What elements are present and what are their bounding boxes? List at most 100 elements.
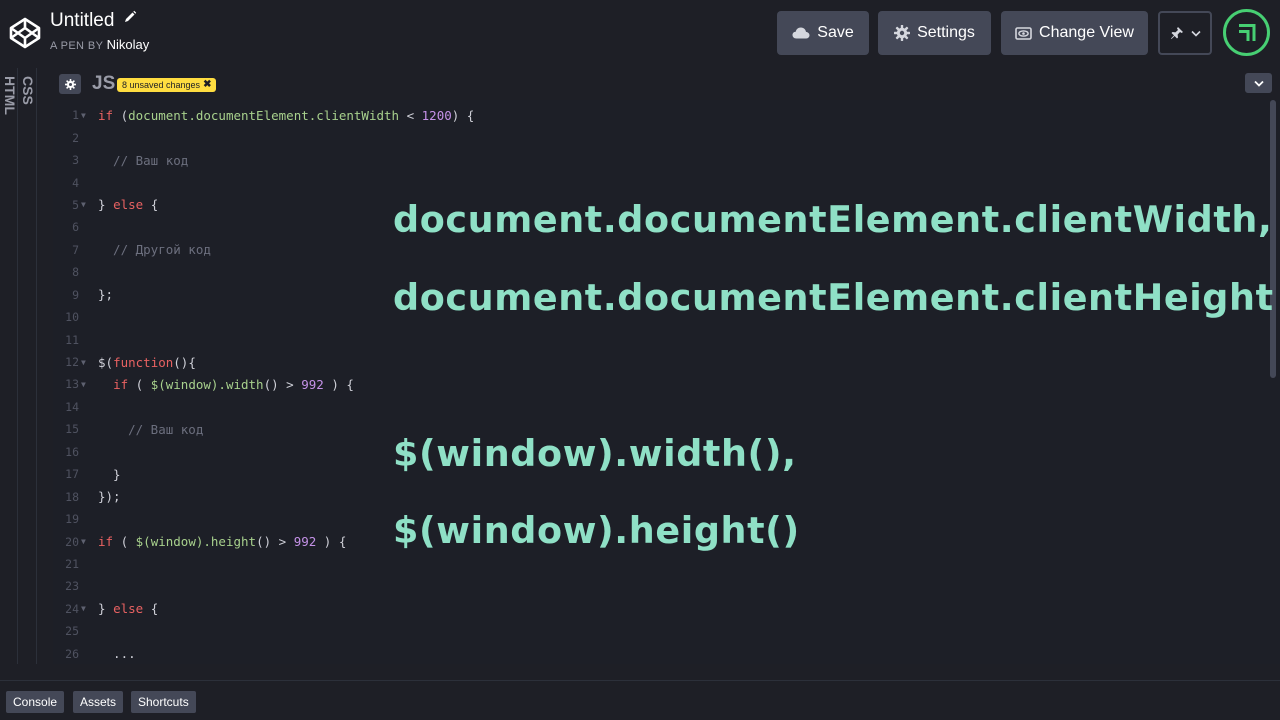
avatar-glyph-icon xyxy=(1239,24,1256,41)
line-number: 9 xyxy=(72,287,79,302)
overlay-caption-2: document.documentElement.clientHeight xyxy=(393,276,1274,319)
shortcuts-button[interactable]: Shortcuts xyxy=(131,691,196,713)
code-line: 4 xyxy=(53,171,1253,193)
gear-icon xyxy=(894,25,911,41)
code-text: } xyxy=(98,466,121,482)
line-number: 16 xyxy=(65,444,79,459)
line-number: 19 xyxy=(65,512,79,527)
fold-arrow-icon[interactable]: ▼ xyxy=(81,358,89,367)
code-line: 21 xyxy=(53,553,1253,575)
line-number: 13 xyxy=(65,377,79,392)
code-text: } else { xyxy=(98,601,159,617)
line-number: 5 xyxy=(72,197,79,212)
code-line: 23 xyxy=(53,575,1253,597)
line-number: 2 xyxy=(72,130,79,145)
code-line: 2 xyxy=(53,126,1253,148)
code-comment: // Другой код xyxy=(98,242,211,258)
code-line: 11 xyxy=(53,328,1253,350)
pen-info: Untitled A PEN BY Nikolay xyxy=(50,10,149,52)
code-line: 1 ▼ if (document.documentElement.clientWid… xyxy=(53,104,1253,126)
code-line: 24 ▼ } else { xyxy=(53,598,1253,620)
css-panel-collapsed[interactable]: CSS xyxy=(18,68,37,664)
gear-icon xyxy=(64,78,76,90)
code-text: if ( $(window).height() > 992 ) { xyxy=(98,534,347,550)
code-comment: // Ваш код xyxy=(98,152,189,168)
fold-arrow-icon[interactable]: ▼ xyxy=(81,111,89,120)
line-number: 3 xyxy=(72,153,79,168)
byline-prefix: A PEN BY xyxy=(50,40,104,52)
line-number: 26 xyxy=(65,646,79,661)
panel-gutter xyxy=(37,68,53,664)
js-settings-button[interactable] xyxy=(59,74,81,94)
codepen-logo-icon[interactable] xyxy=(8,16,42,50)
chevron-down-icon xyxy=(1253,80,1264,87)
pencil-icon[interactable] xyxy=(123,10,137,24)
line-number: 18 xyxy=(65,489,79,504)
js-panel-title: JS xyxy=(92,73,116,94)
line-number: 1 xyxy=(72,108,79,123)
code-line: 3 // Ваш код xyxy=(53,149,1253,171)
code-lines[interactable]: 1 ▼ if (document.documentElement.clientWid… xyxy=(53,104,1253,665)
save-button[interactable]: Save xyxy=(777,11,869,55)
code-text: if ( $(window).width() > 992 ) { xyxy=(113,376,354,392)
code-text: ... xyxy=(98,646,136,662)
user-avatar[interactable] xyxy=(1223,9,1270,56)
line-number: 21 xyxy=(65,556,79,571)
line-number: 7 xyxy=(72,242,79,257)
assets-button[interactable]: Assets xyxy=(73,691,124,713)
byline: A PEN BY Nikolay xyxy=(50,37,149,52)
settings-button[interactable]: Settings xyxy=(878,11,991,55)
line-number: 12 xyxy=(65,355,79,370)
line-number: 24 xyxy=(65,601,79,616)
line-number: 6 xyxy=(72,220,79,235)
overlay-caption-4: $(window).height() xyxy=(393,509,800,552)
code-text: } else { xyxy=(98,197,159,213)
fold-arrow-icon[interactable]: ▼ xyxy=(81,604,89,613)
unsaved-changes-text: 8 unsaved changes xyxy=(122,80,201,90)
console-button[interactable]: Console xyxy=(6,691,65,713)
chevron-down-icon xyxy=(1190,30,1201,37)
editor-menu-button[interactable] xyxy=(1245,73,1272,93)
fold-arrow-icon[interactable]: ▼ xyxy=(81,380,89,389)
line-number: 25 xyxy=(65,624,79,639)
code-line: 18}); xyxy=(53,485,1253,507)
overlay-caption-1: document.documentElement.clientWidth, xyxy=(393,198,1273,241)
css-panel-label: CSS xyxy=(20,76,36,105)
line-number: 17 xyxy=(65,467,79,482)
code-line: 12 ▼ $(function(){ xyxy=(53,351,1253,373)
footer-bar: Console Assets Shortcuts xyxy=(0,680,1280,720)
line-number: 11 xyxy=(65,332,79,347)
save-label: Save xyxy=(817,24,854,41)
settings-label: Settings xyxy=(917,24,975,41)
eye-icon xyxy=(1015,26,1032,40)
html-panel-collapsed[interactable]: HTML xyxy=(0,68,18,664)
close-icon[interactable]: ✖ xyxy=(203,78,211,92)
code-text: if (document.documentElement.clientWidth… xyxy=(98,107,475,123)
author-link[interactable]: Nikolay xyxy=(107,37,150,52)
code-line: 25 xyxy=(53,620,1253,642)
line-number: 23 xyxy=(65,579,79,594)
code-text: }; xyxy=(98,287,114,303)
unsaved-changes-badge[interactable]: 8 unsaved changes ✖ xyxy=(117,78,217,92)
js-editor-header: JS 8 unsaved changes ✖ xyxy=(53,68,1280,100)
html-panel-label: HTML xyxy=(2,76,18,115)
change-view-button[interactable]: Change View xyxy=(1001,11,1148,55)
code-comment: // Ваш код xyxy=(98,421,204,437)
line-number: 14 xyxy=(65,399,79,414)
line-number: 4 xyxy=(72,175,79,190)
code-line: 7 // Другой код xyxy=(53,239,1253,261)
pin-menu-button[interactable] xyxy=(1158,11,1212,55)
code-line: 13 ▼ if ( $(window).width() > 992 ) { xyxy=(53,373,1253,395)
change-view-label: Change View xyxy=(1039,24,1134,41)
line-number: 10 xyxy=(65,310,79,325)
pen-title[interactable]: Untitled xyxy=(50,10,114,32)
code-text: $(function(){ xyxy=(98,354,196,370)
pin-icon xyxy=(1170,27,1183,39)
header-bar: Untitled A PEN BY Nikolay Save Settings … xyxy=(0,0,1280,68)
code-text: }); xyxy=(98,489,121,505)
code-line: 26 ... xyxy=(53,643,1253,665)
codepen-editor: Untitled A PEN BY Nikolay Save Settings … xyxy=(0,0,1280,720)
line-number: 20 xyxy=(65,534,79,549)
fold-arrow-icon[interactable]: ▼ xyxy=(81,200,89,209)
fold-arrow-icon[interactable]: ▼ xyxy=(81,537,89,546)
